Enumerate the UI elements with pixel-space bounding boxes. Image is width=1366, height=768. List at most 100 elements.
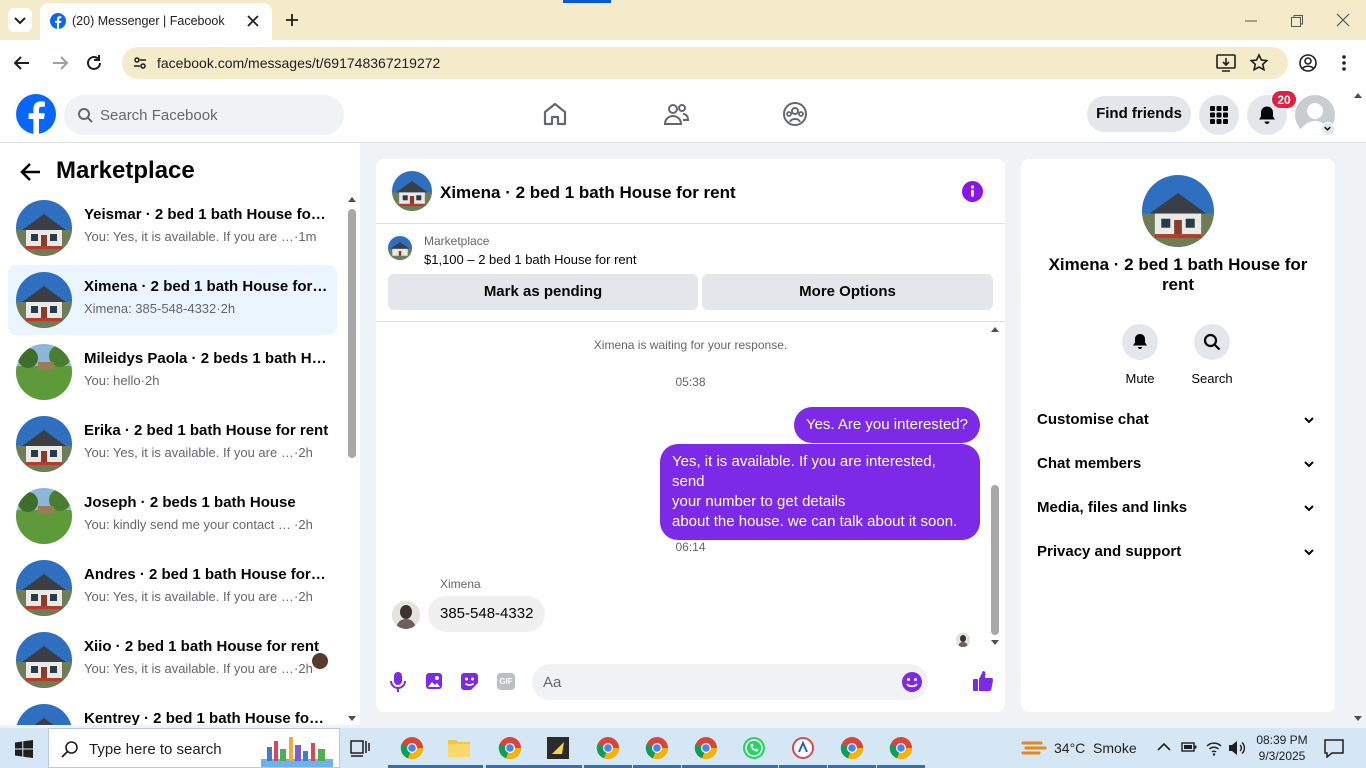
sender-avatar[interactable] [392,601,420,629]
thread-scrollbar-thumb[interactable] [991,485,999,635]
account-dropdown[interactable] [1321,122,1335,136]
scroll-up-icon[interactable] [347,195,357,203]
browser-menu-icon[interactable] [1336,53,1352,73]
install-app-icon[interactable] [1216,54,1236,72]
scroll-up-icon[interactable] [990,325,1000,333]
conversation-name: Xiio · 2 bed 1 bath House for rent [84,638,320,655]
conversation-item[interactable]: Kentrey · 2 bed 1 bath House for rent [8,697,337,725]
conversation-item[interactable]: Mileidys Paola · 2 beds 1 bath House You:… [8,337,337,407]
chrome-icon[interactable] [596,736,620,760]
conversation-item[interactable]: Xiio · 2 bed 1 bath House for rent You: Y… [8,625,337,695]
search-in-conversation-button[interactable]: Search [1182,324,1242,386]
photo-icon[interactable] [425,672,443,690]
profile-icon[interactable] [1298,53,1318,73]
browser-tab-messenger[interactable]: (20) Messenger | Facebook [40,3,272,40]
taskbar-search-box[interactable]: Type here to search [48,728,340,768]
weather-smoke-icon[interactable] [1021,738,1047,758]
info-section-customise-chat[interactable]: Customise chat [1037,402,1319,438]
windows-start-icon[interactable] [15,740,33,758]
info-section-media-files-and-links[interactable]: Media, files and links [1037,490,1319,526]
more-options-button[interactable]: More Options [702,274,993,310]
tab-title: (20) Messenger | Facebook [72,14,225,28]
chrome-icon[interactable] [498,736,522,760]
chat-avatar[interactable] [392,171,432,211]
chrome-icon[interactable] [840,736,864,760]
gif-icon[interactable]: GIF [497,673,515,690]
message-composer[interactable] [532,664,928,700]
conversation-item[interactable]: Joseph · 2 beds 1 bath House You: kindly … [8,481,337,551]
file-explorer-icon[interactable] [447,736,471,760]
chrome-icon[interactable] [645,736,669,760]
scroll-up-icon[interactable] [1353,91,1363,99]
chrome-icon[interactable] [694,736,718,760]
conversation-item[interactable]: Erika · 2 bed 1 bath House for rent You: … [8,409,337,479]
chevron-up-icon[interactable] [1157,742,1171,752]
info-section-privacy-and-support[interactable]: Privacy and support [1037,534,1319,570]
conversation-info-button[interactable] [962,181,983,202]
microphone-icon[interactable] [390,672,406,692]
notification-center-icon[interactable] [1324,738,1344,758]
sticky-notes-icon[interactable] [546,736,570,760]
listing-title[interactable]: $1,100 – 2 bed 1 bath House for rent [424,252,637,267]
mark-as-pending-button[interactable]: Mark as pending [388,274,698,310]
conversation-item[interactable]: Yeismar · 2 bed 1 bath House for rent You… [8,193,337,263]
facebook-search-box[interactable] [64,95,344,135]
chrome-icon[interactable] [889,736,913,760]
scroll-down-icon[interactable] [347,715,357,723]
site-settings-icon[interactable] [132,55,148,71]
sticker-icon[interactable] [460,672,479,691]
search-label: Search [1191,371,1233,386]
scroll-down-icon[interactable] [1353,715,1363,723]
weather-text[interactable]: 34°C Smoke [1054,740,1137,756]
emoji-icon[interactable] [901,671,923,693]
restore-icon[interactable] [1290,14,1304,28]
scroll-down-icon[interactable] [990,639,1000,647]
mute-button[interactable]: Mute [1110,324,1170,386]
message-thread[interactable]: Ximena is waiting for your response. 05:… [376,322,1005,652]
forward-arrow-icon[interactable] [50,53,70,73]
info-section-chat-members[interactable]: Chat members [1037,446,1319,482]
friends-icon[interactable] [662,100,690,128]
back-arrow-icon[interactable] [20,161,42,183]
outgoing-message[interactable]: Yes, it is available. If you are interes… [660,444,980,540]
scrollbar-thumb[interactable] [348,209,356,458]
omnibox[interactable]: facebook.com/messages/t/691748367219272 [122,47,1288,79]
conversation-item[interactable]: Ximena · 2 bed 1 bath House for rent Xime… [8,265,337,335]
conversation-scrollbar[interactable] [344,193,360,725]
info-avatar[interactable] [1142,175,1214,247]
task-view-icon[interactable] [350,738,370,758]
new-tab-icon[interactable] [284,12,300,28]
facebook-search-input[interactable] [100,95,330,135]
incoming-message[interactable]: 385-548-4332 [428,596,546,632]
volume-icon[interactable] [1228,740,1246,756]
menu-button[interactable] [1199,95,1239,135]
thumbs-up-icon[interactable] [972,670,994,692]
battery-icon[interactable] [1181,741,1197,753]
home-icon[interactable] [541,100,569,128]
find-friends-button[interactable]: Find friends [1087,96,1191,132]
wifi-icon[interactable] [1206,740,1222,756]
taskbar-clock[interactable]: 08:39 PM 9/3/2025 [1252,732,1312,764]
chrome-icon[interactable] [400,736,424,760]
bookmark-star-icon[interactable] [1249,53,1269,73]
close-window-icon[interactable] [1336,13,1350,27]
app-icon[interactable] [791,736,815,760]
groups-icon[interactable] [781,100,809,128]
window-indicator [563,0,611,3]
listing-thumbnail[interactable] [388,236,412,260]
house-photo-icon [16,704,72,725]
back-arrow-icon[interactable] [12,53,32,73]
message-input[interactable] [543,664,913,700]
minimize-icon[interactable] [1244,14,1258,28]
conversation-item[interactable]: Andres · 2 bed 1 bath House for rent You:… [8,553,337,623]
grid-menu-icon [1210,106,1228,124]
house-photo-icon [1142,175,1214,247]
outgoing-message[interactable]: Yes. Are you interested? [793,407,980,443]
reload-icon[interactable] [84,53,104,73]
whatsapp-icon[interactable] [742,736,766,760]
tab-list-button[interactable] [8,8,32,32]
conversation-time: 2h [298,445,313,460]
facebook-logo-icon[interactable] [16,94,56,134]
chrome-glyph [694,737,718,760]
close-tab-icon[interactable] [246,14,260,28]
